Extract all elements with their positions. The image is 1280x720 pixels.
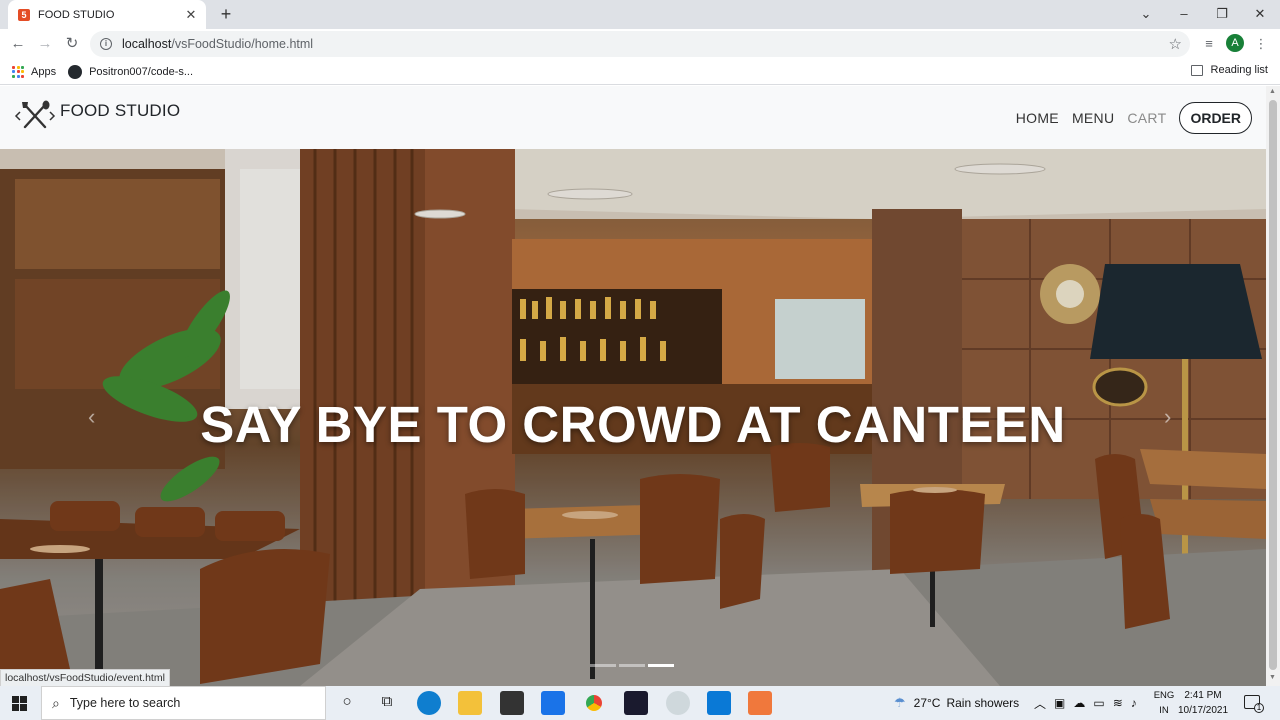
reload-icon[interactable]: ↻	[62, 34, 82, 54]
order-button[interactable]: ORDER	[1179, 102, 1252, 134]
taskbar-search-placeholder: Type here to search	[69, 696, 181, 710]
nav-menu-link[interactable]: MENU	[1072, 110, 1114, 126]
edge-icon[interactable]	[417, 691, 441, 715]
volume-icon[interactable]: ♪	[1131, 696, 1137, 710]
scrollbar-thumb[interactable]	[1269, 100, 1277, 670]
profile-initial: A	[1226, 34, 1244, 52]
bookmark-star-icon[interactable]: ☆	[1169, 35, 1182, 53]
reading-list-button[interactable]: Reading list	[1190, 64, 1268, 76]
store-icon[interactable]	[500, 691, 524, 715]
reading-list-label: Reading list	[1210, 64, 1268, 76]
taskbar-clock[interactable]: 2:41 PM 10/17/2021	[1178, 688, 1228, 718]
hero-caption: SAY BYE TO CROWD AT CANTEEN	[200, 396, 1066, 453]
url-host: localhost	[122, 37, 172, 51]
lang-line1: ENG	[1153, 690, 1175, 701]
tab-search-icon[interactable]: ⌄	[1127, 0, 1165, 29]
chrome-icon[interactable]	[582, 691, 606, 715]
html5-icon: 5	[18, 8, 30, 21]
browser-tab-strip: 5 FOOD STUDIO ✕ + ⌄ – ❐ ✕	[0, 0, 1280, 29]
wifi-icon[interactable]: ≋	[1113, 696, 1123, 710]
clock-time: 2:41 PM	[1184, 690, 1222, 701]
tray-icons: ︿ ▣ ☁ ▭ ≋ ♪	[1034, 686, 1137, 720]
taskbar-search[interactable]: ⌕ Type here to search	[41, 686, 326, 720]
bookmark-apps[interactable]: Apps	[12, 65, 57, 78]
task-view-icon[interactable]: ⧉	[376, 693, 398, 710]
notification-center-icon[interactable]: 1	[1244, 695, 1264, 713]
file-explorer-icon[interactable]	[458, 691, 482, 715]
notification-count: 1	[1254, 703, 1264, 713]
clock-date: 10/17/2021	[1178, 705, 1229, 716]
brand-name: FOOD STUDIO	[60, 101, 181, 120]
tab-title: FOOD STUDIO	[38, 8, 115, 21]
lang-line2: IN	[1159, 705, 1169, 716]
scroll-down-icon[interactable]: ▼	[1269, 674, 1276, 681]
web-page: FOOD STUDIO HOME MENU CART ORDER ‹ › SAY…	[0, 86, 1266, 686]
onedrive-cloud-icon[interactable]: ☁	[1073, 696, 1085, 710]
url-path: /vsFoodStudio/home.html	[171, 37, 314, 51]
address-bar[interactable]: i localhost /vsFoodStudio/home.html ☆	[90, 31, 1190, 57]
bookmarks-bar: Apps Positron007/code-s... Reading list	[0, 59, 1280, 85]
site-navbar: FOOD STUDIO HOME MENU CART ORDER	[0, 86, 1266, 149]
mail-icon[interactable]	[541, 691, 565, 715]
crossed-utensils-icon	[14, 100, 56, 129]
new-tab-icon[interactable]: +	[216, 4, 236, 24]
browser-toolbar: ← → ↻ i localhost /vsFoodStudio/home.htm…	[0, 29, 1280, 59]
nav-links: HOME MENU CART ORDER	[1016, 102, 1252, 134]
carousel-indicator-2[interactable]	[619, 664, 645, 667]
windows-start-icon[interactable]	[12, 696, 27, 711]
minimize-icon[interactable]: –	[1165, 0, 1203, 29]
app-icon[interactable]	[666, 691, 690, 715]
cortana-icon[interactable]: ○	[336, 693, 358, 710]
language-indicator[interactable]: ENG IN	[1152, 688, 1176, 718]
meet-now-icon[interactable]: ▣	[1054, 696, 1065, 710]
apps-grid-icon	[12, 65, 24, 78]
nav-cart-link[interactable]: CART	[1127, 110, 1166, 126]
site-info-icon[interactable]: i	[100, 38, 112, 50]
vscode-icon[interactable]	[707, 691, 731, 715]
brand[interactable]: FOOD STUDIO	[14, 98, 180, 132]
weather-widget[interactable]: ☂ 27°C Rain showers	[894, 686, 1019, 720]
maximize-icon[interactable]: ❐	[1203, 0, 1241, 29]
forward-icon[interactable]: →	[35, 34, 55, 54]
media-control-icon[interactable]: ≡	[1200, 34, 1218, 54]
carousel-indicators	[590, 664, 677, 667]
bookmark-label: Apps	[31, 65, 57, 78]
weather-desc: Rain showers	[946, 696, 1020, 710]
bookmark-label: Positron007/code-s...	[89, 65, 194, 78]
back-icon[interactable]: ←	[8, 34, 28, 54]
search-icon: ⌕	[52, 694, 60, 711]
carousel-indicator-1[interactable]	[590, 664, 616, 667]
battery-icon[interactable]: ▭	[1093, 696, 1104, 710]
weather-rain-icon: ☂	[894, 695, 906, 710]
hero-carousel: ‹ › SAY BYE TO CROWD AT CANTEEN	[0, 149, 1266, 686]
weather-temp: 27°C	[913, 696, 941, 710]
show-hidden-icons-chevron-icon[interactable]: ︿	[1034, 695, 1046, 712]
profile-avatar[interactable]: A	[1226, 34, 1246, 54]
page-scrollbar[interactable]: ▲ ▼	[1266, 86, 1280, 686]
close-tab-icon[interactable]: ✕	[184, 7, 198, 23]
close-window-icon[interactable]: ✕	[1241, 0, 1279, 29]
windows-taskbar: ⌕ Type here to search ○ ⧉ ☂ 27°C Rain sh…	[0, 686, 1280, 720]
nav-home-link[interactable]: HOME	[1016, 110, 1059, 126]
intellij-icon[interactable]	[624, 691, 648, 715]
scroll-up-icon[interactable]: ▲	[1269, 88, 1276, 95]
github-icon	[68, 64, 83, 79]
xampp-icon[interactable]	[748, 691, 772, 715]
reading-list-icon	[1190, 64, 1203, 76]
bookmark-github[interactable]: Positron007/code-s...	[68, 64, 194, 79]
browser-menu-icon[interactable]: ⋮	[1254, 34, 1268, 54]
link-status-bubble: localhost/vsFoodStudio/event.html	[0, 669, 170, 686]
carousel-indicator-3[interactable]	[648, 664, 674, 667]
browser-tab[interactable]: 5 FOOD STUDIO ✕	[8, 0, 206, 29]
